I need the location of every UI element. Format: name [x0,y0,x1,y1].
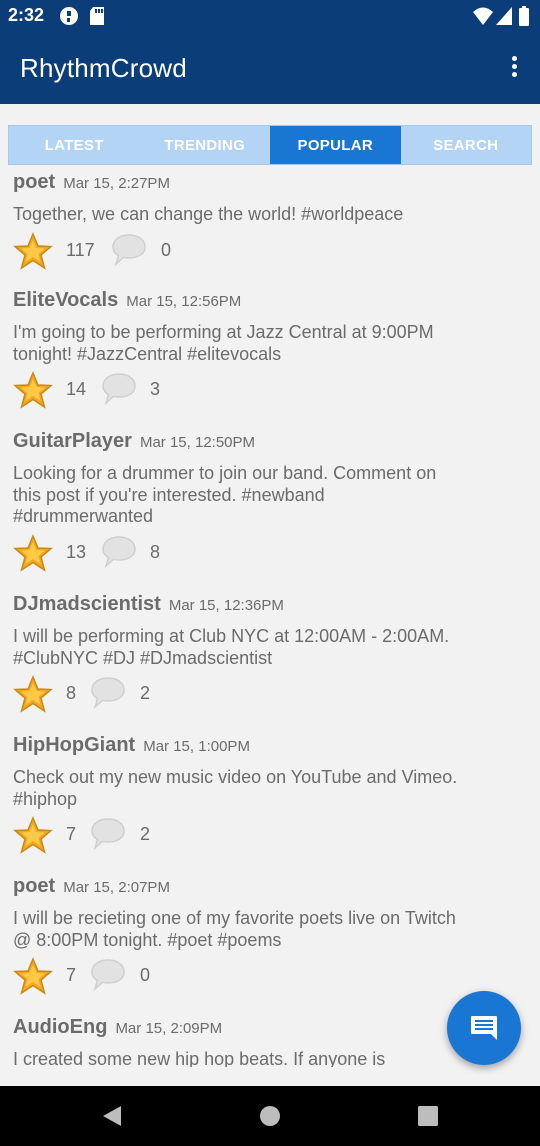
home-icon[interactable] [259,1104,281,1128]
signal-icon [496,7,512,25]
post-date: Mar 15, 12:56PM [126,293,242,310]
post-item[interactable]: GuitarPlayer Mar 15, 12:50PM Looking for … [13,430,513,574]
star-count: 8 [66,683,77,703]
tab-trending[interactable]: TRENDING [140,126,271,164]
post-text: I will be performing at Club NYC at 12:0… [13,626,450,668]
back-icon[interactable] [101,1104,123,1128]
post-feed[interactable]: poet Mar 15, 2:27PM Together, we can chan… [0,165,540,1067]
post-username[interactable]: HipHopGiant [13,734,135,756]
tab-popular[interactable]: POPULAR [270,126,401,164]
post-text: I will be recieting one of my favorite p… [13,908,456,950]
comment-count: 8 [150,541,161,562]
post-text: Together, we can change the world! #worl… [13,204,404,224]
comment-bubble-icon[interactable] [101,534,137,568]
post-username[interactable]: DJmadscientist [13,593,161,615]
post-text: I created some new hip hop beats. If any… [13,1049,386,1067]
post-date: Mar 15, 1:00PM [143,738,250,755]
system-nav-bar [0,1086,540,1146]
star-count: 13 [66,541,87,562]
star-count: 7 [66,824,77,844]
star-icon[interactable] [13,371,53,409]
post-item[interactable]: poet Mar 15, 2:07PM I will be recieting o… [13,875,513,997]
comment-bubble-icon[interactable] [90,957,126,991]
post-username[interactable]: AudioEng [13,1016,107,1038]
post-text: Check out my new music video on YouTube … [13,767,458,809]
recents-icon[interactable] [417,1104,439,1128]
more-vert-icon[interactable] [502,54,526,82]
comment-bubble-icon[interactable] [90,675,126,709]
comment-bubble-icon[interactable] [101,371,137,405]
status-bar: 2:32 [0,0,540,32]
post-text: Looking for a drummer to join our band. … [13,463,437,526]
post-username[interactable]: EliteVocals [13,289,118,311]
star-icon[interactable] [13,957,53,995]
post-username[interactable]: GuitarPlayer [13,430,132,452]
post-item[interactable]: DJmadscientist Mar 15, 12:36PM I will be … [13,593,513,715]
comment-bubble-icon[interactable] [111,232,147,266]
star-icon[interactable] [13,231,53,270]
post-item[interactable]: poet Mar 15, 2:27PM Together, we can chan… [13,171,513,272]
post-username[interactable]: poet [13,171,55,193]
sd-card-icon [90,7,104,25]
post-username[interactable]: poet [13,875,55,897]
comment-bubble-icon[interactable] [90,816,126,850]
comment-count: 0 [161,239,172,260]
battery-icon [519,6,529,26]
post-date: Mar 15, 2:07PM [63,879,170,896]
comment-count: 2 [140,824,151,844]
tab-bar: LATEST TRENDING POPULAR SEARCH [8,125,532,165]
comment-count: 2 [140,683,151,703]
post-date: Mar 15, 12:50PM [139,434,256,451]
tab-latest[interactable]: LATEST [9,126,140,164]
app-title: RhythmCrowd [20,53,187,83]
star-icon[interactable] [13,675,53,713]
post-item[interactable]: HipHopGiant Mar 15, 1:00PM Check out my n… [13,734,513,856]
message-icon [471,1016,497,1040]
post-item[interactable]: AudioEng Mar 15, 2:09PM I created some ne… [13,1016,513,1067]
comment-count: 3 [150,379,161,399]
data-saver-icon [60,7,78,25]
tab-search[interactable]: SEARCH [401,126,532,164]
new-post-button[interactable] [447,991,521,1065]
star-count: 117 [66,239,95,260]
post-date: Mar 15, 2:27PM [63,175,170,192]
post-text: I'm going to be performing at Jazz Centr… [13,322,434,364]
post-date: Mar 15, 2:09PM [115,1020,223,1037]
wifi-icon [473,7,493,25]
app-bar: RhythmCrowd [0,32,540,104]
post-date: Mar 15, 12:36PM [168,597,284,614]
star-icon[interactable] [13,533,53,572]
star-count: 7 [66,965,77,985]
star-icon[interactable] [13,816,53,854]
status-time: 2:32 [8,5,45,25]
star-count: 14 [66,379,87,399]
comment-count: 0 [140,965,151,985]
post-item[interactable]: EliteVocals Mar 15, 12:56PM I'm going to … [13,289,513,411]
